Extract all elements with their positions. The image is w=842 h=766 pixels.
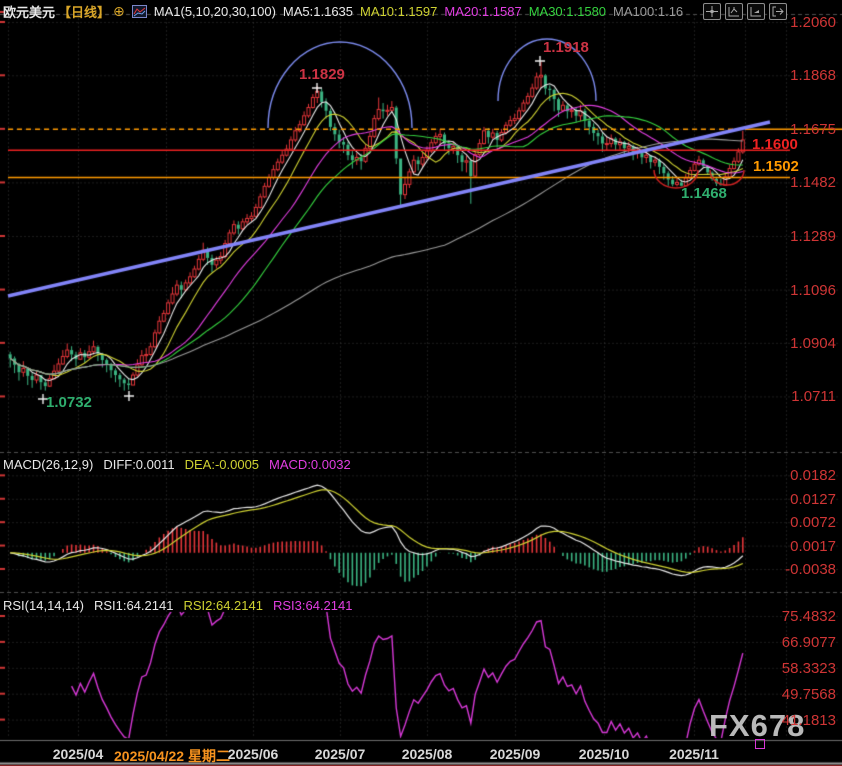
macd-params-label[interactable]: MACD(26,12,9)	[3, 457, 93, 472]
rsi-params-label[interactable]: RSI(14,14,14)	[3, 598, 84, 613]
price-annotation: 1.0732	[46, 394, 92, 411]
price-axis-label: 1.1096	[790, 282, 836, 299]
rsi2-value: RSI2:64.2141	[183, 598, 263, 613]
mini-chart-icon[interactable]	[132, 5, 147, 18]
hline-price-tag: 1.1600	[752, 136, 798, 153]
macd-axis-label: 0.0182	[790, 467, 836, 484]
ma10-value: MA10:1.1597	[360, 4, 437, 19]
price-axis-label: 1.1482	[790, 174, 836, 191]
ma5-value: MA5:1.1635	[283, 4, 353, 19]
month-label[interactable]: 2025/06	[228, 746, 279, 762]
rsi-axis-label: 66.9077	[782, 634, 836, 651]
plus-circle-icon[interactable]: ⊕	[113, 3, 125, 20]
scale-axis-icon[interactable]	[747, 3, 765, 20]
symbol-title: 欧元美元	[3, 2, 55, 21]
price-axis-label: 1.2060	[790, 14, 836, 31]
price-axis-label: 1.1868	[790, 67, 836, 84]
period-label[interactable]: 【日线】	[58, 2, 110, 21]
macd-value: MACD:0.0032	[269, 457, 351, 472]
crosshair-icon[interactable]	[703, 3, 721, 20]
rsi1-value: RSI1:64.2141	[94, 598, 174, 613]
macd-header: MACD(26,12,9) DIFF:0.0011 DEA:-0.0005 MA…	[3, 455, 351, 473]
main-header: 欧元美元 【日线】 ⊕ MA1(5,10,20,30,100) MA5:1.16…	[3, 1, 683, 21]
chart-toolbar	[703, 3, 787, 20]
price-annotation: 1.1829	[299, 66, 345, 83]
rsi-axis-label: 75.4832	[782, 608, 836, 625]
month-label[interactable]: 2025/07	[315, 746, 366, 762]
macd-dea-value: DEA:-0.0005	[185, 457, 259, 472]
month-label[interactable]: 2025/04	[53, 746, 104, 762]
rsi-axis-label: 49.7568	[782, 686, 836, 703]
month-label[interactable]: 2025/08	[402, 746, 453, 762]
ma20-value: MA20:1.1587	[444, 4, 521, 19]
rsi-header: RSI(14,14,14) RSI1:64.2141 RSI2:64.2141 …	[3, 596, 352, 614]
price-axis-label: 1.1289	[790, 228, 836, 245]
trading-chart-window: 欧元美元 【日线】 ⊕ MA1(5,10,20,30,100) MA5:1.16…	[0, 0, 842, 766]
rsi3-value: RSI3:64.2141	[273, 598, 353, 613]
month-label[interactable]: 2025/09	[490, 746, 541, 762]
price-axis-label: 1.0711	[791, 388, 836, 405]
drawing-anchor-marker[interactable]	[755, 739, 765, 749]
macd-axis-label: 0.0017	[790, 538, 836, 555]
macd-axis-label: -0.0038	[785, 561, 836, 578]
exit-fullscreen-icon[interactable]	[769, 3, 787, 20]
price-chart-canvas[interactable]	[0, 0, 842, 766]
ma-settings-label[interactable]: MA1(5,10,20,30,100)	[154, 4, 276, 19]
macd-axis-label: 0.0072	[790, 514, 836, 531]
price-annotation: 1.1918	[543, 39, 589, 56]
month-label[interactable]: 2025/11	[669, 746, 719, 762]
macd-diff-value: DIFF:0.0011	[103, 457, 174, 472]
price-annotation: 1.1468	[681, 185, 727, 202]
month-label[interactable]: 2025/10	[579, 746, 630, 762]
ma100-value: MA100:1.16	[613, 4, 683, 19]
rsi-axis-label: 41.1813	[782, 712, 836, 729]
price-axis-label: 1.0904	[790, 335, 836, 352]
ma30-value: MA30:1.1580	[529, 4, 606, 19]
zoom-axis-icon[interactable]	[725, 3, 743, 20]
rsi-axis-label: 58.3323	[782, 660, 836, 677]
hline-price-tag: 1.1502	[753, 158, 799, 175]
macd-axis-label: 0.0127	[790, 491, 836, 508]
selected-date-label[interactable]: 2025/04/22 星期二	[114, 746, 230, 766]
